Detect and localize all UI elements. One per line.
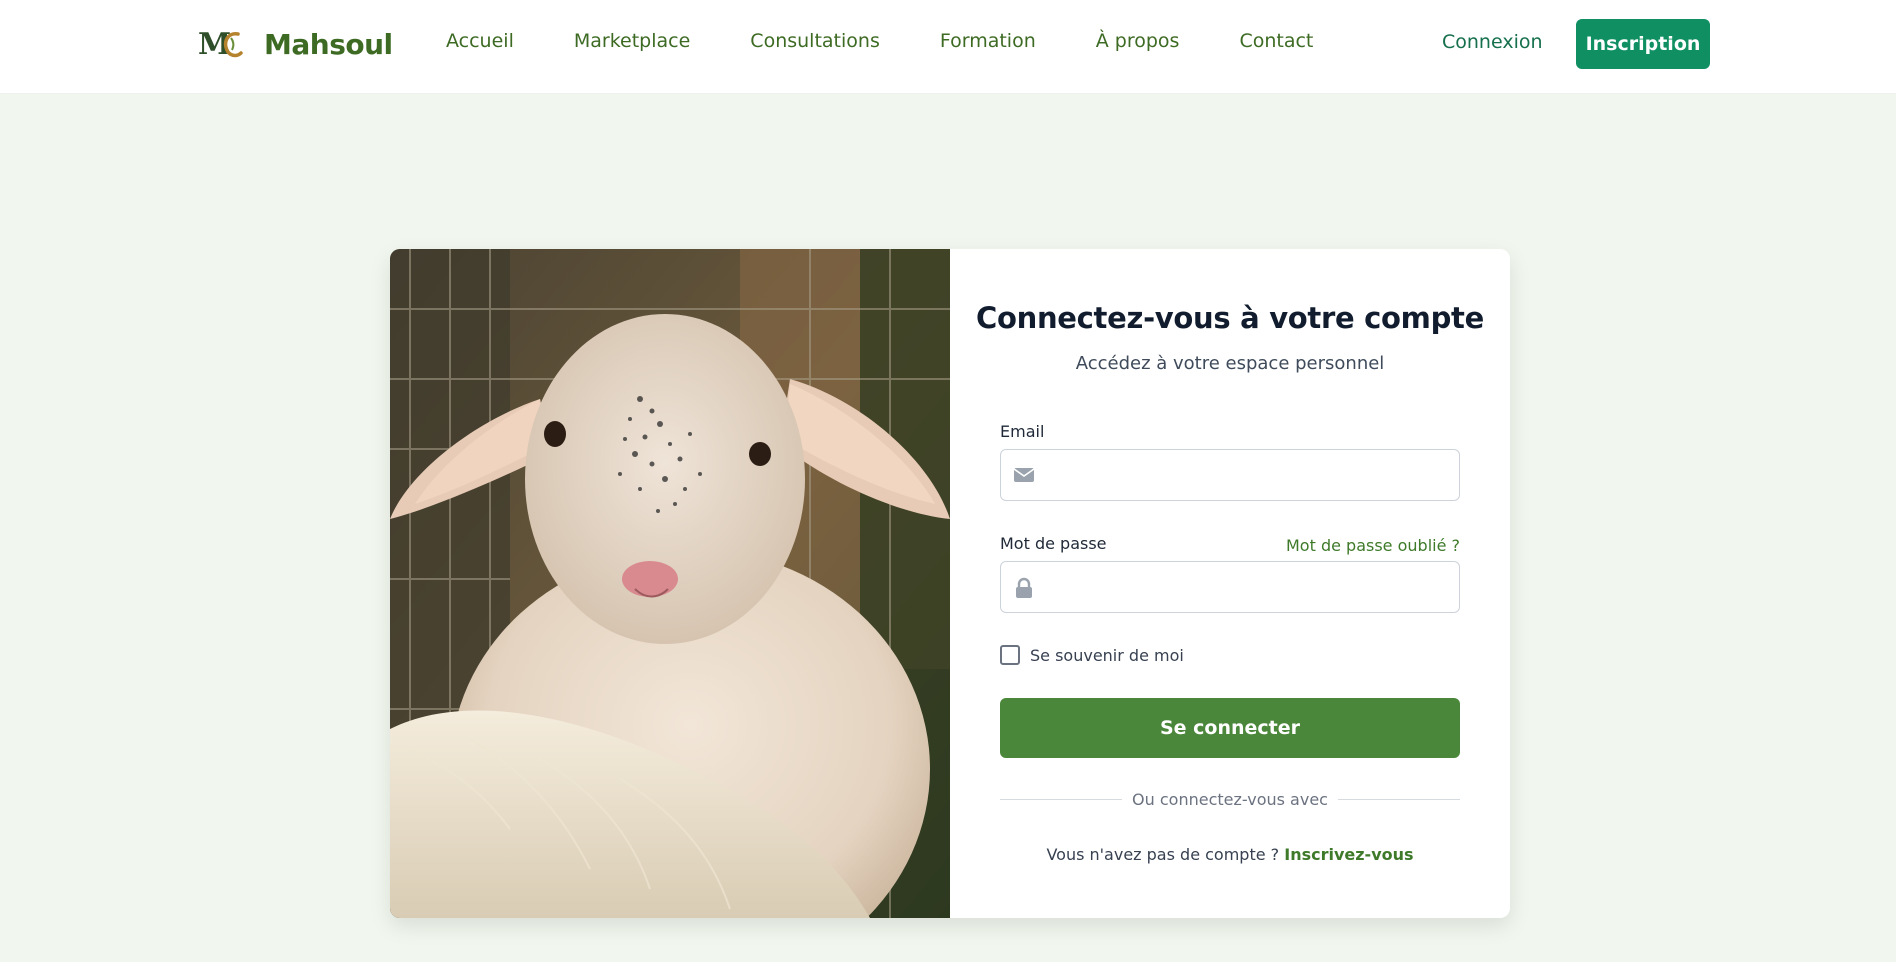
nav-login-link[interactable]: Connexion xyxy=(1442,31,1543,53)
divider-line-left xyxy=(1000,798,1123,800)
remember-me-checkbox[interactable] xyxy=(1000,645,1020,665)
nav-item-contact[interactable]: Contact xyxy=(1239,30,1313,52)
divider-text: Ou connectez-vous avec xyxy=(1132,789,1328,809)
nav-item-accueil[interactable]: Accueil xyxy=(446,30,514,52)
login-form: Connectez-vous à votre compte Accédez à … xyxy=(950,249,1510,918)
email-label: Email xyxy=(1000,422,1045,441)
login-subtitle: Accédez à votre espace personnel xyxy=(1075,353,1385,374)
brand[interactable]: M Mahsoul xyxy=(198,24,393,64)
login-title: Connectez-vous à votre compte xyxy=(976,301,1484,335)
signup-prompt: Vous n'avez pas de compte ? Inscrivez-vo… xyxy=(950,845,1510,864)
password-field-wrapper xyxy=(1000,561,1460,613)
brand-logo-icon: M xyxy=(198,24,244,64)
login-submit-button[interactable]: Se connecter xyxy=(1000,698,1460,758)
envelope-icon xyxy=(1013,465,1035,485)
nav-signup-button[interactable]: Inscription xyxy=(1576,19,1710,69)
social-divider: Ou connectez-vous avec xyxy=(1000,789,1461,809)
nav-item-a-propos[interactable]: À propos xyxy=(1096,30,1180,52)
nav-item-consultations[interactable]: Consultations xyxy=(750,30,880,52)
main-nav: Accueil Marketplace Consultations Format… xyxy=(446,30,1373,52)
password-field[interactable] xyxy=(1045,562,1451,612)
divider-line-right xyxy=(1337,798,1461,800)
nav-item-marketplace[interactable]: Marketplace xyxy=(574,30,690,52)
forgot-password-link[interactable]: Mot de passe oublié ? xyxy=(1286,536,1460,555)
lock-icon xyxy=(1013,577,1035,598)
nav-item-formation[interactable]: Formation xyxy=(940,30,1036,52)
remember-me: Se souvenir de moi xyxy=(1000,645,1184,665)
email-field[interactable] xyxy=(1045,450,1451,500)
brand-name: Mahsoul xyxy=(264,27,393,61)
remember-me-label[interactable]: Se souvenir de moi xyxy=(1030,646,1184,665)
login-card: Connectez-vous à votre compte Accédez à … xyxy=(390,249,1510,918)
password-label: Mot de passe xyxy=(1000,534,1107,553)
lamb-photo xyxy=(390,249,950,918)
top-navbar: M Mahsoul Accueil Marketplace Consultati… xyxy=(0,0,1896,94)
no-account-text: Vous n'avez pas de compte ? xyxy=(1046,845,1285,864)
signup-link[interactable]: Inscrivez-vous xyxy=(1284,845,1413,864)
email-field-wrapper xyxy=(1000,449,1460,501)
